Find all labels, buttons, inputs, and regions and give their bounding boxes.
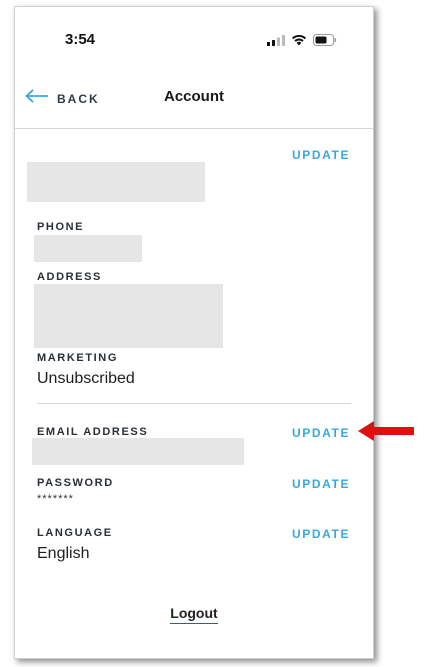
nav-divider — [15, 128, 373, 129]
redacted-email — [32, 438, 244, 465]
signal-icon — [267, 33, 285, 51]
section-divider — [37, 403, 351, 404]
update-email-button[interactable]: UPDATE — [292, 426, 350, 440]
page-title: Account — [164, 88, 224, 105]
status-icons — [267, 33, 337, 51]
status-time: 3:54 — [65, 31, 96, 48]
language-value: English — [37, 545, 90, 562]
logout-button[interactable]: Logout — [170, 605, 218, 624]
password-value: ******* — [37, 493, 74, 505]
phone-screen: 3:54 BACK Account UPDATE PHONE ADDRESS M… — [14, 6, 374, 659]
marketing-value: Unsubscribed — [37, 370, 135, 387]
update-language-button[interactable]: UPDATE — [292, 527, 350, 541]
nav-bar: BACK Account — [15, 79, 373, 127]
red-arrow-icon — [358, 420, 414, 447]
wifi-icon — [291, 33, 307, 51]
battery-icon — [313, 33, 337, 51]
language-label: LANGUAGE — [37, 527, 113, 539]
password-label: PASSWORD — [37, 477, 114, 489]
redacted-name — [27, 162, 205, 202]
logout-container: Logout — [15, 605, 373, 624]
update-name-button[interactable]: UPDATE — [292, 148, 350, 162]
redacted-phone — [34, 235, 142, 262]
address-label: ADDRESS — [37, 271, 102, 283]
redacted-address — [34, 284, 223, 348]
marketing-label: MARKETING — [37, 352, 119, 364]
update-password-button[interactable]: UPDATE — [292, 477, 350, 491]
phone-label: PHONE — [37, 221, 85, 233]
status-bar: 3:54 — [15, 7, 373, 67]
email-label: EMAIL ADDRESS — [37, 426, 149, 438]
